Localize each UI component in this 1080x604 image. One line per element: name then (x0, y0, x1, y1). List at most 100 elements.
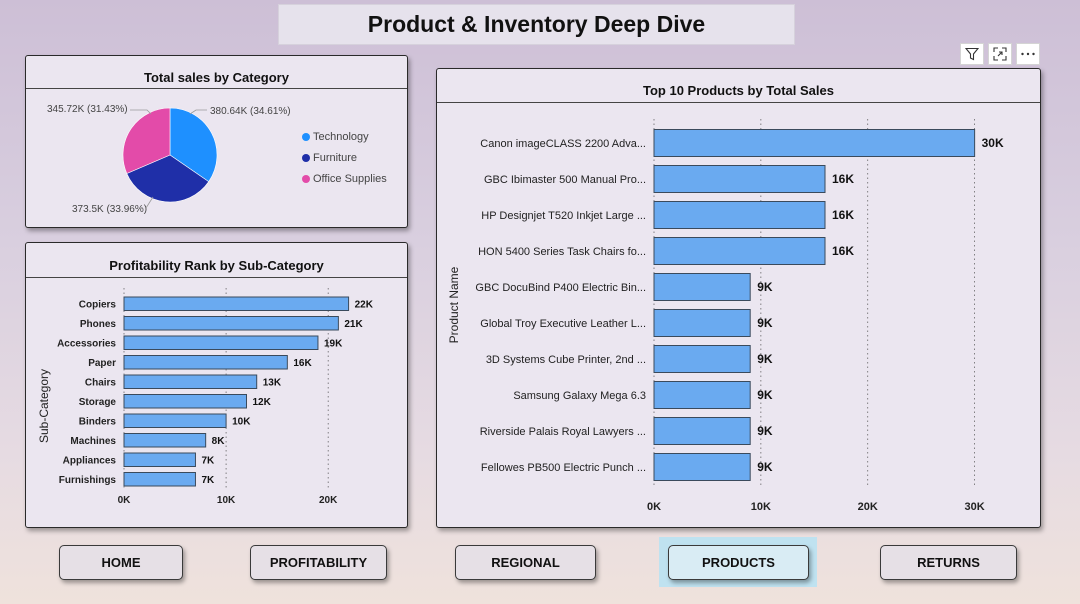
data-label: 21K (344, 319, 363, 330)
legend-dot-furniture (302, 153, 310, 162)
data-label: 9K (757, 352, 773, 366)
legend-dot-technology (302, 132, 310, 141)
bar-hp-designjet-t520-inkjet-large[interactable] (653, 201, 826, 229)
data-label: 9K (757, 424, 773, 438)
bar-copiers[interactable] (123, 296, 350, 311)
page-title: Product & Inventory Deep Dive (367, 11, 706, 37)
bar-canon-imageclass-2200-adva[interactable] (653, 129, 976, 157)
bar-hon-5400-series-task-chairs-fo[interactable] (653, 237, 826, 265)
bar-chairs[interactable] (123, 374, 258, 389)
bar-appliances[interactable] (123, 452, 196, 467)
category-label: HP Designjet T520 Inkjet Large ... (481, 210, 646, 222)
category-label: Accessories (57, 338, 116, 349)
bar-3d-systems-cube-printer-2nd[interactable] (653, 345, 751, 373)
nav-returns-button[interactable]: RETURNS (880, 545, 1017, 580)
bar-storage[interactable] (123, 394, 247, 409)
bar-gbc-docubind-p400-electric-bin[interactable] (653, 273, 751, 301)
legend-item-technology[interactable]: Technology (302, 126, 387, 147)
category-label: Binders (79, 416, 117, 427)
subcat-card-title: Profitability Rank by Sub-Category (109, 258, 324, 273)
category-label: Fellowes PB500 Electric Punch ... (481, 462, 646, 474)
nav-profitability-button[interactable]: PROFITABILITY (250, 545, 387, 580)
x-tick-label: 0K (118, 495, 132, 506)
bar-binders[interactable] (123, 413, 227, 428)
bar-paper[interactable] (123, 355, 288, 370)
data-label: 7K (201, 475, 215, 486)
data-label: 22K (355, 299, 374, 310)
category-label: Furnishings (59, 475, 117, 486)
focus-mode-icon[interactable] (988, 43, 1012, 65)
data-label: 16K (832, 172, 854, 186)
page-title-box: Product & Inventory Deep Dive (278, 4, 795, 45)
nav-regional-button[interactable]: REGIONAL (455, 545, 596, 580)
bar-furnishings[interactable] (123, 472, 196, 487)
category-label: GBC Ibimaster 500 Manual Pro... (484, 174, 646, 186)
card-title-divider (26, 88, 407, 89)
top10-axis-title: Product Name (447, 266, 461, 343)
pie-data-label-technology: 380.64K (34.61%) (210, 106, 291, 117)
category-label: HON 5400 Series Task Chairs fo... (478, 246, 646, 258)
legend-label-technology: Technology (313, 130, 369, 143)
more-options-icon[interactable] (1016, 43, 1040, 65)
data-label: 9K (757, 460, 773, 474)
category-label: Storage (79, 397, 117, 408)
visual-toolbar (960, 43, 1040, 65)
category-label: Phones (80, 319, 117, 330)
bar-accessories[interactable] (123, 335, 319, 350)
data-label: 8K (212, 436, 226, 447)
data-label: 9K (757, 280, 773, 294)
bar-global-troy-executive-leather-l[interactable] (653, 309, 751, 337)
bar-gbc-ibimaster-500-manual-pro[interactable] (653, 165, 826, 193)
card-title-divider (26, 277, 407, 278)
bar-phones[interactable] (123, 316, 339, 331)
legend-item-furniture[interactable]: Furniture (302, 147, 387, 168)
data-label: 7K (201, 455, 215, 466)
subcat-axis-title: Sub-Category (37, 369, 51, 443)
bar-samsung-galaxy-mega-6-3[interactable] (653, 381, 751, 409)
category-label: Canon imageCLASS 2200 Adva... (480, 138, 646, 150)
x-tick-label: 20K (319, 495, 338, 506)
x-tick-label: 20K (858, 501, 878, 513)
data-label: 12K (253, 397, 272, 408)
data-label: 16K (832, 244, 854, 258)
card-title-divider (437, 102, 1040, 103)
pie-data-label-office-supplies: 345.72K (31.43%) (47, 104, 128, 115)
pie-legend: Technology Furniture Office Supplies (302, 126, 387, 189)
bar-fellowes-pb500-electric-punch[interactable] (653, 453, 751, 481)
data-label: 13K (263, 377, 282, 388)
category-label: Samsung Galaxy Mega 6.3 (513, 390, 646, 402)
category-label: GBC DocuBind P400 Electric Bin... (475, 282, 646, 294)
category-label: 3D Systems Cube Printer, 2nd ... (486, 354, 646, 366)
data-label: 16K (832, 208, 854, 222)
data-label: 19K (324, 338, 343, 349)
data-label: 10K (232, 416, 251, 427)
category-label: Global Troy Executive Leather L... (480, 318, 646, 330)
data-label: 9K (757, 388, 773, 402)
category-label: Chairs (85, 377, 117, 388)
x-tick-label: 0K (647, 501, 661, 513)
category-label: Paper (88, 358, 116, 369)
nav-home-button[interactable]: HOME (59, 545, 183, 580)
bar-machines[interactable] (123, 433, 207, 448)
data-label: 16K (293, 358, 312, 369)
x-tick-label: 10K (751, 501, 771, 513)
legend-label-furniture: Furniture (313, 151, 358, 164)
x-tick-label: 30K (965, 501, 985, 513)
nav-products-button[interactable]: PRODUCTS (668, 545, 809, 580)
category-label: Machines (70, 436, 116, 447)
top10-bar-chart: Product Name 0K 10K 20K 30K Canon imageCLASS… (447, 119, 1004, 513)
x-tick-label: 10K (217, 495, 236, 506)
subcategory-bar-chart: Sub-Category 0K 10K 20K Copiers 22K Phones 21K… (37, 288, 374, 506)
pie-card-title: Total sales by Category (144, 70, 289, 85)
category-label: Riverside Palais Royal Lawyers ... (480, 426, 646, 438)
category-label: Copiers (79, 299, 117, 310)
category-label: Appliances (63, 455, 117, 466)
legend-dot-office-supplies (302, 174, 310, 183)
pie-data-label-furniture: 373.5K (33.96%) (72, 204, 148, 215)
data-label: 30K (982, 136, 1004, 150)
bar-riverside-palais-royal-lawyers[interactable] (653, 417, 751, 445)
top10-card-title: Top 10 Products by Total Sales (643, 83, 834, 98)
filter-icon[interactable] (960, 43, 984, 65)
legend-label-office-supplies: Office Supplies (313, 172, 387, 185)
legend-item-office-supplies[interactable]: Office Supplies (302, 168, 387, 189)
